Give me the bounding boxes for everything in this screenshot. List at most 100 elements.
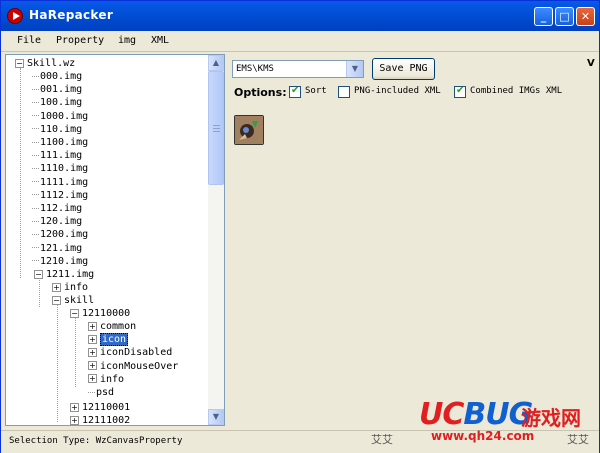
tree-node-label: info [100, 373, 125, 385]
tree-node-skill-id[interactable]: +12110001 [70, 401, 130, 414]
tree-guide-line [75, 317, 76, 387]
tree-node-label: 000.img [40, 71, 83, 82]
tree-node-label: 1000.img [40, 110, 89, 122]
tree-node-img[interactable]: 120.img [32, 215, 82, 228]
collapse-icon[interactable]: − [34, 269, 43, 279]
expand-icon[interactable]: + [88, 321, 97, 331]
options-label: Options: [234, 86, 287, 99]
tree-node-skill-id[interactable]: −12110000 [70, 307, 130, 320]
tree-node-img[interactable]: 1111.img [32, 176, 88, 189]
menu-xml[interactable]: XML [151, 35, 169, 46]
tree-connector [88, 391, 95, 393]
expand-icon[interactable]: + [88, 374, 97, 384]
tree-node-label: psd [96, 387, 115, 398]
expand-icon[interactable]: + [52, 282, 61, 292]
collapse-icon[interactable]: − [70, 308, 79, 318]
combined-label[interactable]: Combined IMGs XML [470, 86, 562, 96]
tree-view[interactable]: − Skill.wz −1211.img + info − skill −121100… [5, 54, 225, 426]
tree-node-skill-child[interactable]: psd [88, 386, 114, 399]
scroll-thumb[interactable] [208, 71, 224, 185]
sort-checkbox[interactable] [289, 85, 301, 98]
tree-node-info[interactable]: + info [52, 281, 88, 294]
tree-node-img[interactable]: 121.img [32, 242, 82, 255]
close-button[interactable]: ✕ [576, 7, 595, 26]
png-xml-checkbox[interactable] [338, 86, 350, 98]
grip-line [213, 125, 220, 126]
tree-node-expanded-img[interactable]: −1211.img [34, 268, 94, 281]
tree-node-label: 12111002 [82, 415, 131, 426]
tree-guide-line [39, 277, 40, 307]
tree-node-skill-child[interactable]: + iconMouseOver [88, 360, 178, 373]
tree-node-label: 12110001 [82, 402, 131, 413]
app-window: HaRepacker _ □ ✕ File Property img XML −… [0, 0, 600, 453]
tree-node-skill-child[interactable]: + icon [88, 333, 129, 347]
tree-connector [32, 233, 39, 235]
expand-icon[interactable]: + [88, 334, 97, 344]
region-select[interactable]: EMS\KMS ▼ [232, 60, 364, 78]
tree-node-img[interactable]: 1210.img [32, 255, 88, 268]
collapse-icon[interactable]: − [52, 295, 61, 305]
minimize-button[interactable]: _ [534, 7, 553, 26]
tree-node-label: 120.img [40, 216, 83, 228]
tree-connector [32, 115, 39, 117]
expand-icon[interactable]: + [70, 402, 79, 412]
grip-line [213, 128, 220, 129]
tree-connector [32, 247, 39, 249]
maximize-button[interactable]: □ [555, 7, 574, 26]
collapse-icon[interactable]: − [15, 58, 24, 68]
tree-connector [32, 181, 39, 183]
tree-node-skill[interactable]: − skill [52, 294, 94, 307]
tree-node-img[interactable]: 001.img [32, 83, 82, 96]
tree-node-label: 110.img [40, 123, 83, 135]
watermark-faint-text: 艾艾 [567, 433, 589, 446]
tree-node-skill-child[interactable]: + info [88, 373, 124, 386]
expand-icon[interactable]: + [88, 347, 97, 357]
tree-node-label: 1112.img [40, 189, 89, 201]
scroll-down-icon[interactable]: ▼ [208, 409, 224, 425]
png-xml-label[interactable]: PNG-included XML [354, 86, 441, 96]
tree-node-skill-child[interactable]: + common [88, 320, 136, 333]
scroll-up-icon[interactable]: ▲ [208, 55, 224, 71]
combined-checkbox[interactable] [454, 85, 466, 98]
tree-node-label: icon [100, 333, 129, 347]
tree-node-label: 1210.img [40, 255, 89, 267]
tree-node-img[interactable]: 000.img [32, 70, 82, 83]
menu-file[interactable]: File [17, 35, 41, 46]
tree-node-img[interactable]: 111.img [32, 149, 82, 162]
tree-node-img[interactable]: 1112.img [32, 189, 88, 202]
tree-node-label: 112.img [40, 203, 83, 214]
app-icon [7, 8, 23, 24]
tree-connector [32, 260, 39, 262]
tree-node-img[interactable]: 1110.img [32, 162, 88, 175]
watermark-chinese-text: 游戏网 [521, 406, 581, 430]
tree-connector [32, 88, 39, 90]
tree-node-img[interactable]: 1200.img [32, 228, 88, 241]
title-bar[interactable]: HaRepacker _ □ ✕ [1, 1, 599, 31]
tree-node-skill-child[interactable]: + iconDisabled [88, 346, 172, 359]
chevron-down-icon[interactable]: ▼ [346, 61, 363, 77]
tree-node-label: common [100, 321, 137, 332]
tree-node-img[interactable]: 112.img [32, 202, 82, 215]
tree-node-root[interactable]: − Skill.wz [15, 57, 75, 70]
tree-connector [32, 220, 39, 222]
tree-node-label: iconDisabled [100, 347, 173, 359]
window-title: HaRepacker [29, 8, 114, 22]
expand-icon[interactable]: + [88, 361, 97, 371]
tree-node-img[interactable]: 100.img [32, 96, 82, 109]
expand-icon[interactable]: + [70, 415, 79, 425]
tree-node-img[interactable]: 110.img [32, 123, 82, 136]
save-png-button[interactable]: Save PNG [372, 58, 435, 80]
menu-property[interactable]: Property [56, 35, 104, 46]
tree-node-label: 100.img [40, 97, 83, 109]
watermark-logo: UCBUG [419, 397, 533, 432]
tree-node-img[interactable]: 1000.img [32, 110, 88, 123]
tree-node-img[interactable]: 1100.img [32, 136, 88, 149]
tree-node-skill-id[interactable]: +12111002 [70, 414, 131, 426]
watermark-url: www.qh24.com [431, 429, 535, 443]
tree-node-label: 1200.img [40, 229, 89, 241]
menu-img[interactable]: img [118, 35, 136, 46]
tree-scrollbar[interactable]: ▲ ▼ [208, 55, 224, 425]
tree-guide-line [57, 304, 58, 422]
sort-label[interactable]: Sort [305, 86, 327, 96]
tree-node-label: iconMouseOver [100, 360, 179, 372]
